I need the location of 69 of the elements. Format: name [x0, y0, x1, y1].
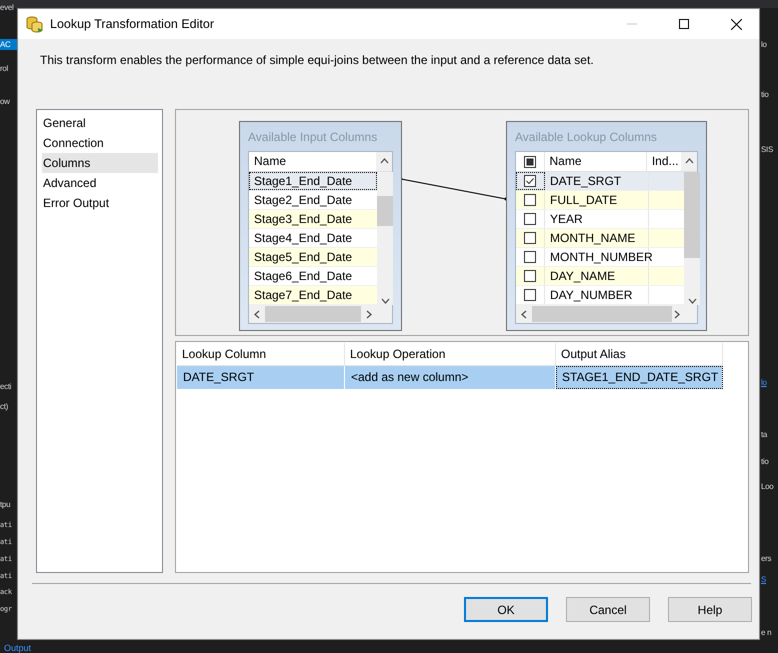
checkbox[interactable] — [524, 270, 536, 282]
chevron-icon[interactable] — [520, 310, 528, 318]
dialog-button[interactable]: OK — [464, 597, 548, 622]
background-text: rol — [0, 63, 8, 74]
background-text: evel — [0, 2, 14, 13]
background-text: ers — [761, 553, 772, 564]
checkbox[interactable] — [524, 232, 536, 244]
description-text: This transform enables the performance of simple equi-joins between the input and a reference data set. — [40, 53, 594, 67]
nav-item[interactable]: Error Output — [42, 193, 158, 213]
list-row[interactable]: DATE_SRGT — [516, 172, 684, 191]
database-icon — [26, 15, 44, 33]
background-text: AC — [0, 39, 17, 50]
link[interactable]: S — [761, 574, 778, 585]
nav-item[interactable]: General — [42, 113, 158, 133]
table-cell[interactable]: <add as new column> — [345, 366, 556, 389]
scroll-thumb[interactable] — [265, 306, 361, 322]
list-row[interactable]: Stage1_End_Date — [249, 172, 377, 191]
panel-title: Available Input Columns — [248, 129, 378, 146]
maximize-icon — [679, 19, 689, 29]
dialog-button[interactable]: Cancel — [566, 597, 650, 622]
list-row[interactable]: FULL_DATE — [516, 191, 684, 210]
nav-item[interactable]: Advanced — [42, 173, 158, 193]
output-tab[interactable]: Output — [4, 643, 32, 653]
dialog-button[interactable]: Help — [668, 597, 752, 622]
close-icon — [730, 18, 742, 30]
scroll-thumb[interactable] — [684, 172, 700, 258]
scrollbar[interactable] — [684, 172, 700, 305]
checkbox[interactable] — [524, 175, 536, 187]
checkbox[interactable] — [524, 251, 536, 263]
scroll-thumb[interactable] — [532, 306, 672, 322]
list-row[interactable]: MONTH_NAME — [516, 229, 684, 248]
column-header[interactable]: Name — [544, 152, 647, 171]
table-cell[interactable]: DATE_SRGT — [177, 366, 345, 389]
column-header[interactable]: Ind... — [646, 152, 682, 171]
background-text: lo — [761, 39, 768, 50]
list-row[interactable]: DAY_NAME — [516, 267, 684, 286]
panel-title: Available Lookup Columns — [515, 129, 658, 146]
scrollbar[interactable] — [249, 305, 392, 323]
link[interactable]: lo — [761, 377, 778, 388]
background-text: e n — [761, 627, 772, 638]
checkbox[interactable] — [524, 194, 536, 206]
scrollbar[interactable] — [516, 305, 697, 323]
scrollbar[interactable] — [377, 172, 393, 305]
background-text: SIS — [761, 144, 774, 155]
background-text: ta — [761, 429, 768, 440]
list-row[interactable]: Stage7_End_Date — [249, 286, 377, 305]
table-panel[interactable]: Available Input Columns Name Stage1_End_Date Stage2_End_Date Stage3_End_Date Stage4_End_Date Stage5_End_Date Stage6_End_Date Stage7_End_Date — [239, 121, 402, 331]
chevron-icon[interactable] — [252, 310, 262, 318]
window-title: Lookup Transformation Editor — [50, 17, 215, 31]
background-text: tio — [761, 456, 770, 467]
chevron-icon[interactable] — [684, 157, 694, 166]
chevron-icon[interactable] — [380, 157, 389, 166]
nav-item[interactable]: Columns — [42, 153, 158, 173]
column-header[interactable]: Name — [249, 152, 376, 171]
nav-item[interactable]: Connection — [42, 133, 158, 153]
checkbox[interactable] — [524, 156, 536, 168]
background-text: Loo — [761, 481, 774, 492]
background-text: tio — [761, 89, 770, 100]
table-panel[interactable]: Available Lookup Columns Name Ind... DATE_SRGT FULL_DATE YEAR MONTH_NAME MONTH_NUMBER DAY_NAME DAY_NUMBER — [506, 121, 707, 331]
list-row[interactable]: Stage3_End_Date — [249, 210, 377, 229]
background-text: ow — [0, 96, 10, 107]
background-text: tpu — [0, 499, 10, 510]
list-row[interactable]: Stage5_End_Date — [249, 248, 377, 267]
background-text: ct) — [0, 401, 8, 412]
scroll-thumb[interactable] — [377, 196, 393, 226]
table-cell[interactable]: STAGE1_END_DATE_SRGT — [556, 366, 723, 389]
background-text: ecti — [0, 381, 12, 392]
checkbox[interactable] — [524, 289, 536, 301]
checkbox[interactable] — [524, 213, 536, 225]
